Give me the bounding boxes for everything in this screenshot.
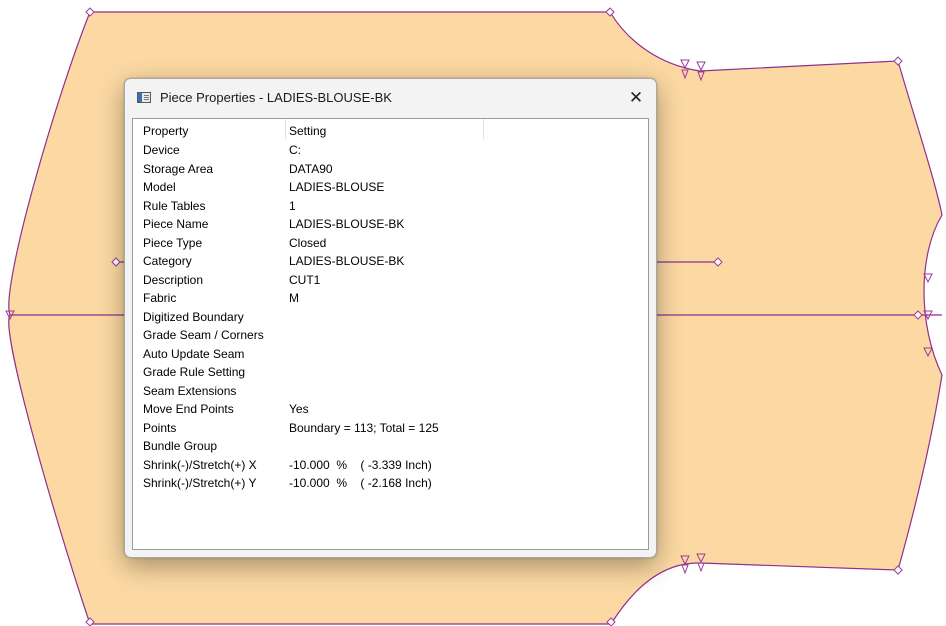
column-divider[interactable] <box>483 119 484 139</box>
property-setting: -10.000 % ( -3.339 Inch) <box>289 457 432 472</box>
property-row-points[interactable]: Points Boundary = 113; Total = 125 <box>133 419 648 438</box>
notch-bottom-2b <box>697 562 705 573</box>
property-row-grade-seam-corners[interactable]: Grade Seam / Corners <box>133 326 648 345</box>
property-name: Rule Tables <box>143 198 206 213</box>
property-name: Piece Name <box>143 217 209 231</box>
property-row-bundle-group[interactable]: Bundle Group <box>133 437 648 456</box>
property-row-device[interactable]: Device C: <box>133 141 648 160</box>
property-row-seam-extensions[interactable]: Seam Extensions <box>133 382 648 401</box>
property-setting: Closed <box>289 235 327 250</box>
property-name: Digitized Boundary <box>143 309 244 324</box>
property-setting: -10.000 % ( -2.168 Inch) <box>289 476 432 490</box>
dialog-title: Piece Properties - LADIES-BLOUSE-BK <box>160 90 392 105</box>
window-icon <box>137 92 151 103</box>
property-name: Description <box>143 272 204 287</box>
property-name: Device <box>143 143 180 157</box>
property-name: Fabric <box>143 291 177 305</box>
property-name: Category <box>143 254 192 268</box>
notch-bottom-1b <box>681 564 689 575</box>
property-rows: Device C: Storage Area DATA90 Model LADI… <box>133 141 648 493</box>
properties-list[interactable]: Property Setting Device C: Storage Area … <box>132 118 649 550</box>
property-name: Bundle Group <box>143 439 218 453</box>
property-row-category[interactable]: Category LADIES-BLOUSE-BK <box>133 252 648 271</box>
property-setting: LADIES-BLOUSE-BK <box>289 254 405 268</box>
property-row-digitized-boundary[interactable]: Digitized Boundary <box>133 308 648 327</box>
property-row-piece-name[interactable]: Piece Name LADIES-BLOUSE-BK <box>133 215 648 234</box>
dialog-titlebar[interactable]: Piece Properties - LADIES-BLOUSE-BK ✕ <box>125 79 656 116</box>
property-setting: C: <box>289 143 301 157</box>
notch-right-upper <box>923 273 933 284</box>
property-row-rule-tables[interactable]: Rule Tables 1 <box>133 197 648 216</box>
property-name: Move End Points <box>143 402 234 416</box>
property-name: Shrink(-)/Stretch(+) Y <box>143 476 257 490</box>
property-setting: 1 <box>289 198 296 213</box>
property-name: Seam Extensions <box>143 383 237 398</box>
property-row-auto-update-seam[interactable]: Auto Update Seam <box>133 345 648 364</box>
property-name: Piece Type <box>143 235 203 250</box>
column-divider[interactable] <box>285 119 286 139</box>
property-setting: DATA90 <box>289 161 333 176</box>
property-row-shrink-stretch-y[interactable]: Shrink(-)/Stretch(+) Y -10.000 % ( -2.16… <box>133 474 648 493</box>
property-row-piece-type[interactable]: Piece Type Closed <box>133 234 648 253</box>
property-row-storage-area[interactable]: Storage Area DATA90 <box>133 160 648 179</box>
list-header: Property Setting <box>133 119 648 141</box>
close-button[interactable]: ✕ <box>616 79 656 116</box>
property-setting: LADIES-BLOUSE <box>289 180 385 194</box>
property-name: Auto Update Seam <box>143 346 245 361</box>
property-row-shrink-stretch-x[interactable]: Shrink(-)/Stretch(+) X -10.000 % ( -3.33… <box>133 456 648 475</box>
property-row-fabric[interactable]: Fabric M <box>133 289 648 308</box>
property-setting: CUT1 <box>289 272 321 287</box>
column-header-setting[interactable]: Setting <box>289 122 326 141</box>
property-name: Grade Rule Setting <box>143 365 246 379</box>
property-row-grade-rule-setting[interactable]: Grade Rule Setting <box>133 363 648 382</box>
property-row-model[interactable]: Model LADIES-BLOUSE <box>133 178 648 197</box>
property-name: Shrink(-)/Stretch(+) X <box>143 457 257 472</box>
property-row-description[interactable]: Description CUT1 <box>133 271 648 290</box>
property-setting: Yes <box>289 402 309 416</box>
property-setting: Boundary = 113; Total = 125 <box>289 420 439 435</box>
column-header-property[interactable]: Property <box>143 122 188 141</box>
close-icon: ✕ <box>628 87 644 107</box>
property-name: Grade Seam / Corners <box>143 328 264 342</box>
property-setting: M <box>289 291 299 305</box>
piece-properties-dialog: Piece Properties - LADIES-BLOUSE-BK ✕ Pr… <box>124 78 657 558</box>
property-name: Model <box>143 180 176 194</box>
property-name: Storage Area <box>143 161 214 176</box>
notch-top-2 <box>696 61 706 72</box>
property-row-move-end-points[interactable]: Move End Points Yes <box>133 400 648 419</box>
property-setting: LADIES-BLOUSE-BK <box>289 217 405 231</box>
property-name: Points <box>143 420 177 435</box>
